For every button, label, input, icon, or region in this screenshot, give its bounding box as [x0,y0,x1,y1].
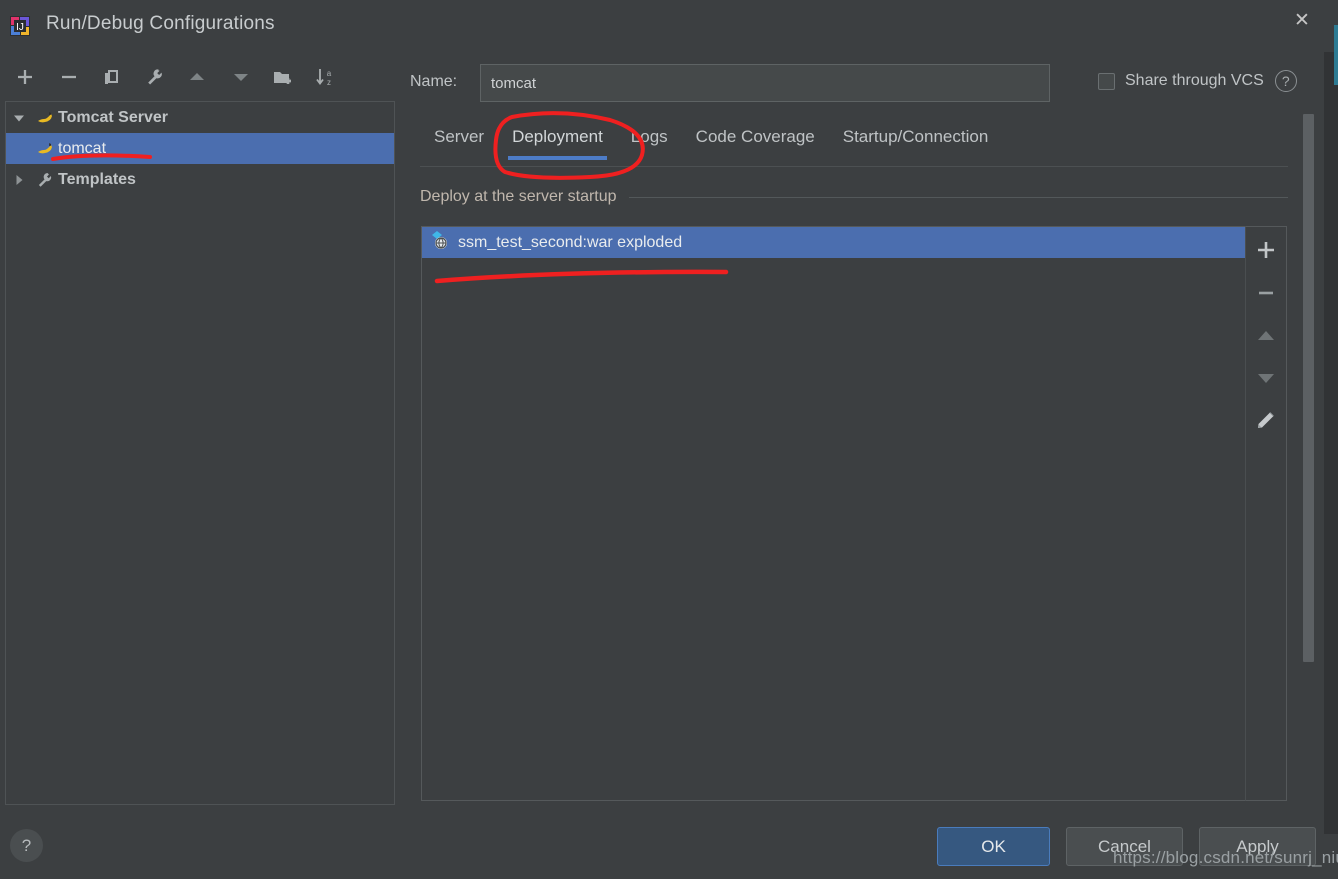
configuration-tabs: Server Deployment Logs Code Coverage Sta… [420,124,1002,164]
tabs-separator [420,166,1288,167]
configurations-tree: Tomcat Server tomcat Templates [5,101,395,805]
content-scrollbar-thumb[interactable] [1303,114,1314,662]
window-edge-accent [1334,25,1338,85]
tomcat-icon [32,110,58,126]
artifact-icon [430,230,450,255]
tree-node-label: tomcat [58,139,107,157]
deploy-group-title: Deploy at the server startup [420,188,617,205]
tree-node-tomcat[interactable]: tomcat [6,133,394,164]
tree-node-templates[interactable]: Templates [6,164,394,195]
share-through-vcs-checkbox[interactable]: Share through VCS ? [1098,70,1297,92]
move-down-button[interactable] [224,60,258,94]
add-artifact-button[interactable] [1246,229,1286,271]
wrench-icon [32,171,58,189]
remove-artifact-button[interactable] [1246,272,1286,314]
window-edge-strip [1324,52,1338,834]
share-through-vcs-label: Share through VCS [1125,72,1264,89]
deployment-side-toolbar [1245,226,1287,801]
chevron-right-icon[interactable] [6,173,32,187]
list-item[interactable]: ssm_test_second:war exploded [422,227,1245,258]
ok-button[interactable]: OK [937,827,1050,866]
tomcat-icon [32,141,58,157]
svg-text:z: z [327,78,331,87]
edit-templates-button[interactable] [138,60,172,94]
question-mark-icon[interactable]: ? [1274,70,1297,92]
tab-server[interactable]: Server [420,124,498,160]
tab-deployment[interactable]: Deployment [498,124,617,160]
chevron-down-icon[interactable] [6,111,32,125]
deploy-group-header: Deploy at the server startup [420,186,1288,208]
name-row: Name: Share through VCS ? [410,64,1310,102]
move-artifact-down-button[interactable] [1246,357,1286,399]
configurations-toolbar: a z [0,60,400,100]
tab-logs[interactable]: Logs [617,124,682,160]
close-icon[interactable]: ✕ [1288,6,1316,34]
edit-artifact-button[interactable] [1246,399,1286,441]
tab-code-coverage[interactable]: Code Coverage [682,124,829,160]
tree-node-label: Templates [58,170,136,188]
tab-startup-connection[interactable]: Startup/Connection [829,124,1003,160]
sort-button[interactable]: a z [308,60,342,94]
deployment-list[interactable]: ssm_test_second:war exploded [421,226,1245,801]
move-up-button[interactable] [180,60,214,94]
move-artifact-up-button[interactable] [1246,315,1286,357]
title-bar: IJ Run/Debug Configurations ✕ [0,0,1338,52]
add-configuration-button[interactable] [8,60,42,94]
watermark-text: https://blog.csdn.net/sunrj_niu [1113,848,1338,867]
help-button[interactable]: ? [10,829,43,862]
page-title: Run/Debug Configurations [46,13,275,34]
svg-text:a: a [327,69,332,78]
intellij-idea-icon: IJ [10,16,30,36]
run-debug-configurations-dialog: IJ Run/Debug Configurations ✕ a z Tomcat… [0,0,1338,879]
group-divider [628,196,1288,198]
svg-text:IJ: IJ [16,22,24,33]
name-label: Name: [410,73,458,90]
tree-node-tomcat-server[interactable]: Tomcat Server [6,102,394,133]
new-folder-button[interactable] [266,60,300,94]
copy-configuration-button[interactable] [95,60,129,94]
checkbox-box[interactable] [1098,72,1115,90]
tree-node-label: Tomcat Server [58,108,168,126]
list-item-label: ssm_test_second:war exploded [458,233,683,251]
name-input[interactable] [480,64,1050,102]
remove-configuration-button[interactable] [52,60,86,94]
